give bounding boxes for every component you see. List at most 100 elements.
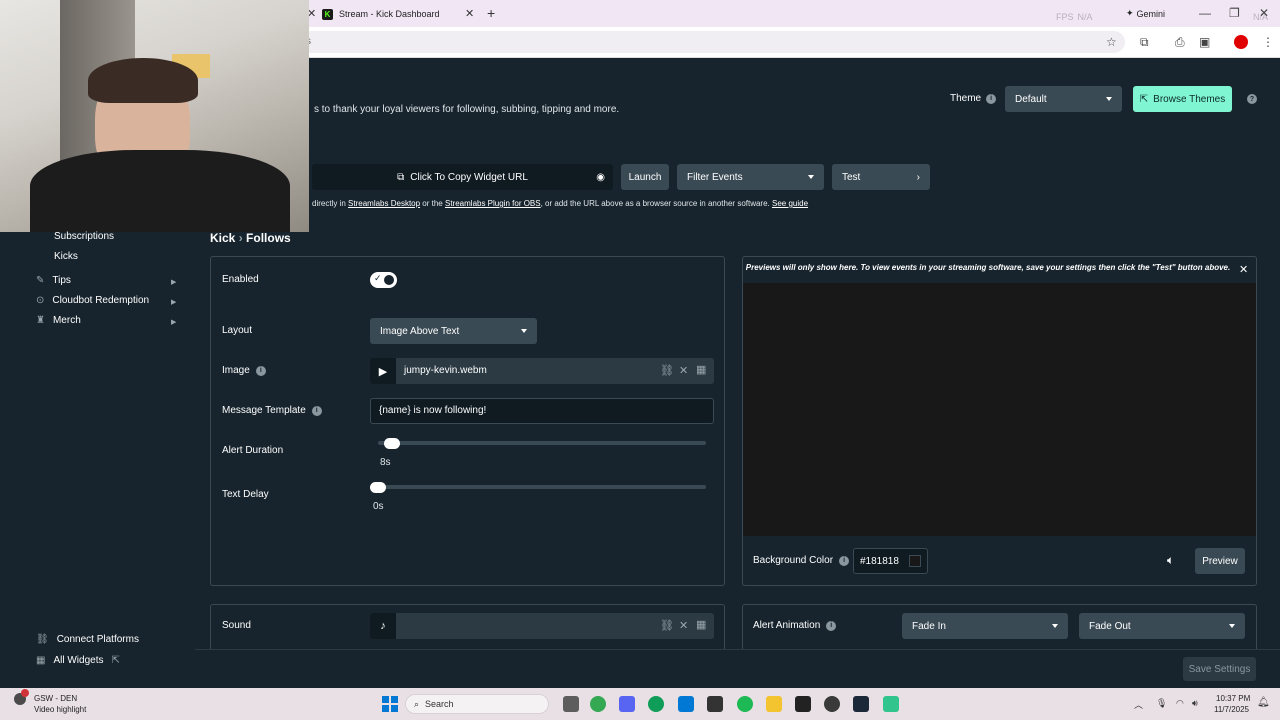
volume-tray-icon[interactable]: 🔊︎ bbox=[1192, 698, 1198, 709]
preview-canvas bbox=[743, 283, 1256, 536]
layout-select[interactable]: Image Above Text bbox=[370, 318, 537, 344]
launch-button[interactable]: Launch bbox=[621, 164, 669, 190]
sidebar-item-cloudbot-redemption[interactable]: ⊙ Cloudbot Redemption bbox=[36, 295, 149, 306]
windows-taskbar bbox=[0, 688, 1280, 720]
sound-label: Sound bbox=[222, 620, 251, 631]
bookmark-star-icon[interactable]: ☆ bbox=[1106, 35, 1117, 49]
info-icon: i bbox=[311, 405, 322, 416]
file-audio-icon: ♪ bbox=[370, 613, 396, 639]
widget-url-field[interactable]: ⧉ Click To Copy Widget URL ◉ bbox=[312, 164, 613, 190]
volume-icon[interactable]: 🔈︎ bbox=[1167, 553, 1174, 568]
media-gallery-icon[interactable]: ▦ bbox=[696, 363, 706, 376]
link-icon[interactable]: ⛓ bbox=[660, 364, 674, 377]
streamlabs-icon[interactable] bbox=[883, 696, 899, 712]
notification-title[interactable]: GSW - DEN bbox=[34, 694, 77, 703]
extensions-icon[interactable]: ⧉ bbox=[1140, 35, 1149, 50]
notifications-bell-icon[interactable]: 🔔︎ bbox=[1257, 697, 1270, 708]
print-icon[interactable]: ⎙ bbox=[1175, 35, 1185, 50]
steam-icon[interactable] bbox=[853, 696, 869, 712]
color-swatch[interactable] bbox=[909, 555, 921, 567]
image-file-field[interactable]: ▶ jumpy-kevin.webm ⛓ ✕ ▦ bbox=[370, 358, 714, 384]
info-icon: i bbox=[826, 620, 837, 631]
shirt-icon: ♜ bbox=[36, 315, 45, 326]
text-delay-label: Text Delay bbox=[222, 489, 269, 500]
file-video-icon: ▶ bbox=[370, 358, 396, 384]
enabled-toggle[interactable]: ✓ bbox=[370, 272, 397, 288]
eye-icon[interactable]: ◉ bbox=[596, 172, 605, 183]
browse-themes-button[interactable]: ⇱ Browse Themes bbox=[1133, 86, 1232, 112]
text-delay-slider[interactable] bbox=[370, 485, 706, 489]
windows-start-icon[interactable] bbox=[382, 696, 398, 712]
spotify-icon[interactable] bbox=[737, 696, 753, 712]
sidebar-item-tips[interactable]: ✎ Tips bbox=[36, 275, 71, 286]
check-icon: ✓ bbox=[374, 273, 382, 283]
clear-icon[interactable]: ✕ bbox=[679, 364, 688, 377]
see-guide-link[interactable]: See guide bbox=[772, 199, 808, 208]
clock-date[interactable]: 11/7/2025 bbox=[1214, 705, 1249, 714]
caret-right-icon: ▶ bbox=[171, 279, 177, 286]
external-link-icon: ⇱ bbox=[1139, 93, 1149, 105]
sound-file-field[interactable]: ♪ ⛓ ✕ ▦ bbox=[370, 613, 714, 639]
copy-icon: ⧉ bbox=[397, 171, 405, 183]
setup-guide-text: directly in Streamlabs Desktop or the St… bbox=[312, 199, 809, 208]
microphone-icon[interactable]: 🎙︎ bbox=[1156, 698, 1167, 709]
clear-icon[interactable]: ✕ bbox=[679, 619, 688, 632]
chrome-icon[interactable] bbox=[590, 696, 606, 712]
task-view-icon[interactable] bbox=[563, 696, 579, 712]
edge-icon[interactable] bbox=[648, 696, 664, 712]
close-window-icon[interactable]: ✕ bbox=[1259, 6, 1269, 20]
link-icon[interactable]: ⛓ bbox=[660, 619, 674, 632]
text-delay-thumb[interactable] bbox=[370, 482, 386, 493]
breadcrumb: Kick › Follows bbox=[210, 231, 291, 245]
help-icon[interactable]: ? bbox=[1247, 94, 1257, 104]
notification-avatar bbox=[14, 689, 29, 705]
alert-animation-label: Alert Animation i bbox=[753, 620, 837, 631]
animation-in-select[interactable]: Fade In bbox=[902, 613, 1068, 639]
file-explorer-icon[interactable] bbox=[766, 696, 782, 712]
save-settings-button[interactable]: Save Settings bbox=[1183, 657, 1256, 681]
background-color-input[interactable]: #181818 bbox=[853, 548, 928, 574]
person-hoodie bbox=[30, 150, 290, 232]
filter-events-select[interactable]: Filter Events bbox=[677, 164, 824, 190]
sidebar-item-subscriptions[interactable]: Subscriptions bbox=[54, 231, 114, 242]
taskbar-search[interactable]: ⌕ Search bbox=[405, 694, 549, 714]
minimize-icon[interactable]: — bbox=[1199, 6, 1211, 20]
terminal-icon[interactable] bbox=[795, 696, 811, 712]
chevron-down-icon bbox=[521, 329, 527, 333]
menu-kebab-icon[interactable]: ⋮ bbox=[1262, 35, 1274, 49]
external-link-icon: ⇱ bbox=[111, 655, 120, 666]
sidebar-connect-platforms[interactable]: ⛓ Connect Platforms bbox=[36, 634, 139, 645]
theme-select[interactable]: Default bbox=[1005, 86, 1122, 112]
alert-duration-thumb[interactable] bbox=[384, 438, 401, 449]
close-note-icon[interactable]: ✕ bbox=[1239, 263, 1248, 276]
preview-button[interactable]: Preview bbox=[1195, 548, 1245, 574]
breadcrumb-kick[interactable]: Kick bbox=[210, 231, 235, 245]
sidebar-item-kicks[interactable]: Kicks bbox=[54, 251, 78, 262]
info-icon: i bbox=[255, 365, 266, 376]
test-button[interactable]: Test › bbox=[832, 164, 930, 190]
sidebar-item-merch[interactable]: ♜ Merch bbox=[36, 315, 81, 326]
screenshot-icon[interactable]: ▣ bbox=[1199, 35, 1210, 49]
tray-chevron-icon[interactable]: ︿ bbox=[1134, 698, 1143, 711]
alert-duration-slider[interactable] bbox=[378, 441, 706, 445]
clock-time[interactable]: 10:37 PM bbox=[1216, 694, 1250, 703]
media-gallery-icon[interactable]: ▦ bbox=[696, 618, 706, 631]
close-tab-icon[interactable]: ✕ bbox=[465, 7, 474, 20]
browser-tab-kick-dashboard[interactable]: K Stream - Kick Dashboard bbox=[322, 3, 486, 25]
restore-icon[interactable]: ❐ bbox=[1229, 6, 1240, 20]
gemini-button[interactable]: ✦ Gemini bbox=[1126, 8, 1165, 19]
streamlabs-obs-plugin-link[interactable]: Streamlabs Plugin for OBS bbox=[445, 199, 541, 208]
discord-icon[interactable] bbox=[619, 696, 635, 712]
message-template-input[interactable]: {name} is now following! bbox=[370, 398, 714, 424]
sparkle-icon: ✦ bbox=[1126, 8, 1134, 18]
new-tab-icon[interactable]: + bbox=[487, 5, 495, 21]
profile-avatar[interactable] bbox=[1234, 35, 1248, 49]
animation-out-select[interactable]: Fade Out bbox=[1079, 613, 1245, 639]
live-icon[interactable] bbox=[707, 696, 723, 712]
wifi-icon[interactable]: ◠ bbox=[1176, 698, 1184, 709]
outlook-icon[interactable] bbox=[678, 696, 694, 712]
streamlabs-desktop-link[interactable]: Streamlabs Desktop bbox=[348, 199, 420, 208]
address-bar[interactable]: s bbox=[300, 31, 1125, 53]
sidebar-all-widgets[interactable]: ▦ All Widgets ⇱ bbox=[36, 655, 120, 666]
obs-icon[interactable] bbox=[824, 696, 840, 712]
